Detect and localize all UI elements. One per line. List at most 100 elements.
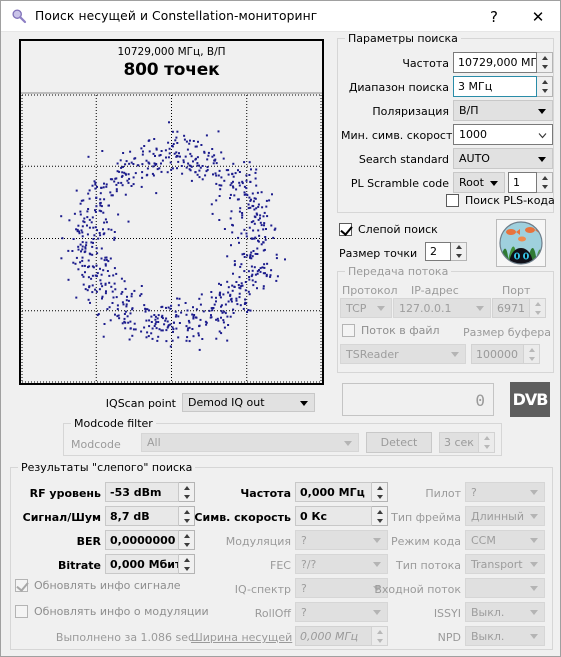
frame-type-value: Длинный xyxy=(471,509,524,523)
buffer-size-field[interactable]: 100000 xyxy=(471,344,524,364)
dvb-logo: DVB xyxy=(510,382,550,417)
frame-type-combo[interactable]: Длинный xyxy=(465,506,545,526)
spinner-up-icon[interactable] xyxy=(479,433,494,443)
protocol-combo[interactable]: TCP xyxy=(340,298,392,318)
pl-scramble-mode-combo[interactable]: Root xyxy=(453,172,505,193)
rf-level-field[interactable]: -53 dBm xyxy=(105,482,179,502)
port-spinner[interactable] xyxy=(530,298,546,318)
pilot-value: ? xyxy=(471,485,477,499)
rf-level-spinner[interactable] xyxy=(179,482,195,502)
spinner-up-icon[interactable] xyxy=(537,77,552,87)
pl-scramble-spinner[interactable] xyxy=(537,172,553,193)
detect-timeout-spinner[interactable] xyxy=(479,432,495,453)
detect-button[interactable]: Detect xyxy=(366,432,432,453)
iqscan-combo[interactable]: Demod IQ out xyxy=(182,393,315,412)
code-mode-combo[interactable]: CCM xyxy=(465,530,545,550)
carrier-width-spinner[interactable] xyxy=(372,626,388,646)
snr-field[interactable]: 8,7 dB xyxy=(105,506,179,526)
ip-address-combo[interactable]: 127.0.0.1 xyxy=(393,298,491,318)
stream-type-combo[interactable]: Transport xyxy=(465,554,545,574)
spinner-up-icon[interactable] xyxy=(372,627,387,636)
search-range-field[interactable]: 3 МГц xyxy=(453,76,537,97)
spinner-up-icon[interactable] xyxy=(451,243,466,252)
spinner-down-icon[interactable] xyxy=(479,443,494,453)
blind-search-label: Слепой поиск xyxy=(358,223,438,236)
spinner-down-icon[interactable] xyxy=(524,354,539,363)
spinner-up-icon[interactable] xyxy=(524,345,539,354)
spinner-down-icon[interactable] xyxy=(179,492,194,501)
results-group-title: Результаты "слепого" поиска xyxy=(18,461,196,474)
issyi-combo[interactable]: Выкл. xyxy=(465,602,545,622)
spinner-up-icon[interactable] xyxy=(179,555,194,564)
modulation-combo[interactable]: ? xyxy=(295,530,388,550)
spinner-down-icon[interactable] xyxy=(372,492,387,501)
min-symbol-rate-combo[interactable]: 1000 xyxy=(453,124,553,145)
pilot-combo[interactable]: ? xyxy=(465,482,545,502)
input-stream-label: Входной поток xyxy=(374,583,461,596)
dot-size-spinner[interactable] xyxy=(451,242,467,261)
blind-search-checkbox[interactable]: Слепой поиск xyxy=(339,223,438,236)
stream-app-combo[interactable]: TSReader xyxy=(340,344,466,364)
constellation-plot[interactable]: 10729,000 МГц, В/П 800 точек xyxy=(19,39,324,385)
port-field[interactable]: 6971 xyxy=(492,298,530,318)
spinner-up-icon[interactable] xyxy=(537,173,552,183)
checkbox-box[interactable] xyxy=(342,324,355,337)
checkbox-box[interactable] xyxy=(339,223,352,236)
npd-combo[interactable]: Выкл. xyxy=(465,626,545,646)
symbol-rate-label: Симв. скорость xyxy=(194,511,291,524)
pl-scramble-code-field[interactable]: 1 xyxy=(508,172,537,193)
frequency-spinner[interactable] xyxy=(537,52,553,73)
spinner-down-icon[interactable] xyxy=(372,636,387,645)
chevron-down-icon xyxy=(451,352,459,357)
bitrate-spinner[interactable] xyxy=(179,554,195,574)
search-range-spinner[interactable] xyxy=(537,76,553,97)
spinner-down-icon[interactable] xyxy=(530,308,545,317)
spinner-down-icon[interactable] xyxy=(537,63,552,73)
chevron-down-icon xyxy=(538,156,546,162)
dot-size-field[interactable]: 2 xyxy=(425,242,451,261)
stream-to-file-checkbox[interactable]: Поток в файл xyxy=(342,324,440,337)
pls-search-checkbox[interactable]: Поиск PLS-кода xyxy=(446,194,555,207)
close-button[interactable]: ✕ xyxy=(516,1,560,32)
polarization-combo[interactable]: В/П xyxy=(453,100,553,121)
help-button[interactable]: ? xyxy=(472,1,516,32)
input-stream-combo[interactable] xyxy=(465,578,545,598)
spinner-up-icon[interactable] xyxy=(537,53,552,63)
update-signal-info-checkbox[interactable]: Обновлять инфо сигнале xyxy=(15,579,181,592)
spinner-down-icon[interactable] xyxy=(537,87,552,97)
checkbox-box[interactable] xyxy=(446,194,459,207)
frequency-field[interactable]: 10729,000 МГц xyxy=(453,52,537,73)
spinner-up-icon[interactable] xyxy=(179,483,194,492)
carrier-width-label[interactable]: Ширина несущей xyxy=(191,631,292,644)
spinner-up-icon[interactable] xyxy=(530,299,545,308)
update-signal-info-label: Обновлять инфо сигнале xyxy=(34,579,181,592)
result-frequency-field[interactable]: 0,000 МГц xyxy=(295,482,372,502)
detect-timeout-field[interactable]: 3 сек xyxy=(439,432,479,453)
spinner-up-icon[interactable] xyxy=(372,483,387,492)
update-modulation-info-checkbox[interactable]: Обновлять инфо о модуляции xyxy=(15,605,209,618)
search-standard-combo[interactable]: AUTO xyxy=(453,148,553,169)
min-symbol-rate-label: Мин. симв. скорость xyxy=(341,129,459,142)
update-modulation-info-label: Обновлять инфо о модуляции xyxy=(34,605,209,618)
bitrate-field[interactable]: 0,000 Мбит xyxy=(105,554,179,574)
aquarium-thumbnail[interactable] xyxy=(496,219,546,267)
modcode-combo[interactable]: All xyxy=(141,433,359,452)
symbol-rate-field[interactable]: 0 Кс xyxy=(295,506,372,526)
spinner-down-icon[interactable] xyxy=(179,564,194,573)
iq-spectrum-value: ? xyxy=(301,581,307,595)
buffer-size-spinner[interactable] xyxy=(524,344,540,364)
spinner-up-icon[interactable] xyxy=(179,531,194,540)
spinner-down-icon[interactable] xyxy=(451,252,466,261)
carrier-width-field[interactable]: 0,000 МГц xyxy=(295,626,372,646)
spinner-down-icon[interactable] xyxy=(179,540,194,549)
modcode-label: Modcode xyxy=(71,438,121,451)
ber-field[interactable]: 0,0000000 xyxy=(105,530,179,550)
ber-spinner[interactable] xyxy=(179,530,195,550)
modulation-label: Модуляция xyxy=(225,535,291,548)
spinner-down-icon[interactable] xyxy=(537,183,552,193)
result-frequency-spinner[interactable] xyxy=(372,482,388,502)
checkbox-box[interactable] xyxy=(15,605,28,618)
checkbox-box[interactable] xyxy=(15,579,28,592)
rolloff-combo[interactable]: ? xyxy=(295,602,388,622)
fec-combo[interactable]: ?/? xyxy=(295,554,388,574)
